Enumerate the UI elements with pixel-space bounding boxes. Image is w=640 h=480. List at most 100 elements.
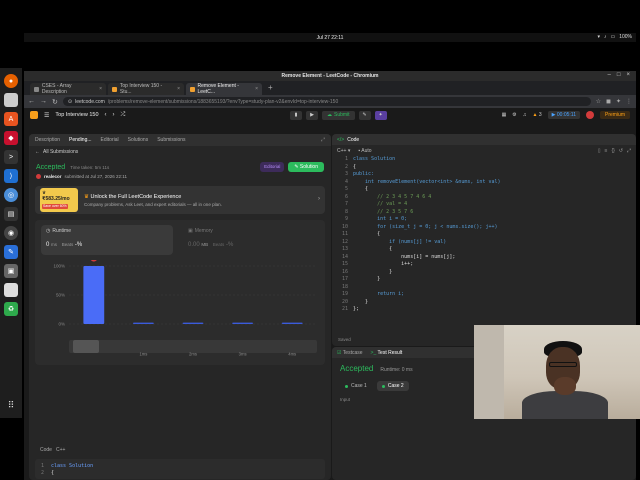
screenshot-icon[interactable]: ▣ [4, 264, 18, 278]
firefox-icon[interactable]: ● [4, 74, 18, 88]
tab-submissions[interactable]: Submissions [157, 137, 185, 143]
code-text: int i = 0; [353, 216, 408, 222]
case-1-tab[interactable]: Case 1 [340, 381, 372, 391]
software-icon[interactable]: A [4, 112, 18, 126]
browser-menu-icon[interactable]: ⋮ [626, 98, 632, 105]
editorial-button[interactable]: Editorial [260, 162, 285, 172]
chevron-right-icon[interactable]: › [318, 196, 320, 202]
time-taken: Time taken: 5m 11s [70, 164, 110, 170]
url-domain: leetcode.com [75, 98, 105, 105]
prev-problem-icon[interactable]: ‹ [105, 112, 107, 118]
obs-icon[interactable]: ◉ [4, 226, 18, 240]
notifications-icon[interactable]: ♫ [523, 112, 527, 118]
browser-tab-top-interview[interactable]: Top Interview 150 - Stu... × [108, 83, 184, 95]
problem-list-title[interactable]: Top Interview 150 [55, 112, 98, 118]
bookmark-star-icon[interactable]: ☆ [596, 98, 601, 105]
tab-pending[interactable]: Pending... [69, 137, 92, 143]
tab-close-icon[interactable]: × [99, 86, 102, 92]
memory-card[interactable]: ▣ Memory 0.00 MB Beats -% [183, 225, 315, 255]
files-icon[interactable] [4, 93, 18, 107]
shuffle-icon[interactable]: ⤮ [121, 112, 126, 119]
user-avatar[interactable] [585, 111, 594, 119]
bookmark-icon[interactable]: ▯ [598, 148, 601, 154]
vscode-icon[interactable]: ⟩ [4, 169, 18, 183]
chart-bar[interactable] [281, 322, 303, 324]
editor-icon[interactable]: ✎ [4, 245, 18, 259]
url-path: /problems/remove-element/submissions/188… [107, 98, 339, 105]
leetcode-logo-icon[interactable] [30, 111, 38, 119]
browser-tab-cses[interactable]: CSES - Array Description × [30, 83, 106, 95]
tab-testcase[interactable]: ☑ Testcase [337, 350, 363, 356]
tab-description[interactable]: Description [35, 137, 60, 143]
auto-mode-toggle[interactable]: ▪ Auto [358, 148, 371, 154]
line-number: 19 [341, 291, 348, 297]
debug-button[interactable]: ▮ [290, 110, 302, 120]
submitter-name[interactable]: realecor [44, 174, 62, 179]
line-number: 9 [344, 216, 348, 222]
monitor-icon[interactable]: ▤ [4, 207, 18, 221]
tab-solutions[interactable]: Solutions [128, 137, 149, 143]
tab-close-icon[interactable]: × [177, 86, 180, 92]
terminal-icon[interactable]: > [4, 150, 18, 164]
problem-list-icon[interactable]: ☰ [44, 112, 49, 119]
braces-icon[interactable]: {} [611, 148, 614, 154]
code-editor[interactable]: 1 class Solution 2{3 public: 4 int removeEle… [332, 156, 636, 314]
code-text: i++; [353, 261, 414, 267]
back-to-submissions[interactable]: ← All Submissions [29, 146, 331, 158]
window-titlebar[interactable]: Remove Element - LeetCode - Chromium – □… [24, 71, 636, 81]
timer[interactable]: ▶ 00:05:11 [547, 111, 580, 119]
fullscreen-icon[interactable]: ⤢ [627, 148, 631, 154]
ai-button[interactable]: ✦ [374, 110, 387, 120]
reset-icon[interactable]: ↺ [619, 148, 623, 154]
premium-promo[interactable]: ♛ ₹583.25/mo Save over 60% ♛ Unlock the … [35, 186, 325, 214]
notes-button[interactable]: ✎ [358, 110, 371, 120]
streak-counter[interactable]: ▲ 3 [533, 112, 542, 118]
app-icon[interactable]: ◆ [4, 131, 18, 145]
tab-close-icon[interactable]: × [255, 86, 258, 92]
recycle-icon[interactable]: ♻ [4, 302, 18, 316]
chart-bar[interactable] [132, 322, 154, 324]
next-problem-icon[interactable]: › [113, 112, 115, 118]
drive-icon[interactable] [4, 283, 18, 297]
site-info-icon[interactable]: ⊙ [68, 99, 72, 105]
submit-button[interactable]: ☁ Submit [322, 110, 355, 120]
back-icon[interactable]: ← [28, 98, 35, 105]
close-icon[interactable]: × [626, 72, 630, 78]
code-line: 19 return i; [336, 291, 636, 299]
reload-icon[interactable]: ↻ [52, 98, 58, 106]
runtime-card[interactable]: ◷ Runtime 0 ms Beats -% [41, 225, 173, 255]
minimize-icon[interactable]: – [608, 72, 611, 78]
line-number: 21 [341, 306, 348, 312]
settings-icon[interactable]: ⚙ [512, 112, 516, 118]
expand-panel-icon[interactable]: ⤢ [321, 137, 325, 143]
solution-button[interactable]: ✎ Solution [288, 162, 324, 172]
maximize-icon[interactable]: □ [617, 72, 621, 78]
system-clock[interactable]: Jul 27 22:11 [317, 35, 344, 41]
chart-bar[interactable] [83, 266, 105, 324]
layout-icon[interactable]: ▦ [502, 112, 507, 118]
extensions-puzzle-icon[interactable]: ✦ [616, 98, 621, 105]
language-select[interactable]: C++ ▾ [337, 148, 350, 154]
line-number: 4 [344, 178, 348, 185]
system-tray[interactable]: ▾ ♪ ▭ 100% [597, 34, 632, 40]
run-button[interactable]: ▶ [306, 110, 318, 120]
tab-editorial[interactable]: Editorial [101, 137, 119, 143]
result-status: Accepted [340, 364, 374, 373]
show-apps-icon[interactable]: ⠿ [4, 400, 18, 414]
code-line: 6 // 2 3 4 5 7 4 6 4 [336, 194, 636, 202]
chromium-icon[interactable]: ◎ [4, 188, 18, 202]
new-tab-button[interactable]: + [264, 83, 277, 95]
code-line: 5 { [336, 186, 636, 194]
code-line: 12 if (nums[j] != val) [336, 239, 636, 247]
forward-icon[interactable]: → [40, 98, 47, 105]
tab-test-result[interactable]: >_ Test Result [371, 350, 403, 356]
format-icon[interactable]: ≡ [605, 148, 608, 154]
browser-tab-remove-element[interactable]: Remove Element - LeetC... × [186, 83, 262, 95]
url-input[interactable]: ⊙ leetcode.com/problems/remove-element/s… [62, 97, 591, 106]
extension-icon[interactable]: ◼ [606, 98, 611, 105]
case-2-tab[interactable]: Case 2 [376, 381, 409, 391]
chart-bar[interactable] [182, 322, 204, 324]
chart-range-handle[interactable] [73, 340, 99, 353]
chart-bar[interactable] [232, 322, 254, 324]
premium-button[interactable]: Premium [599, 111, 630, 119]
